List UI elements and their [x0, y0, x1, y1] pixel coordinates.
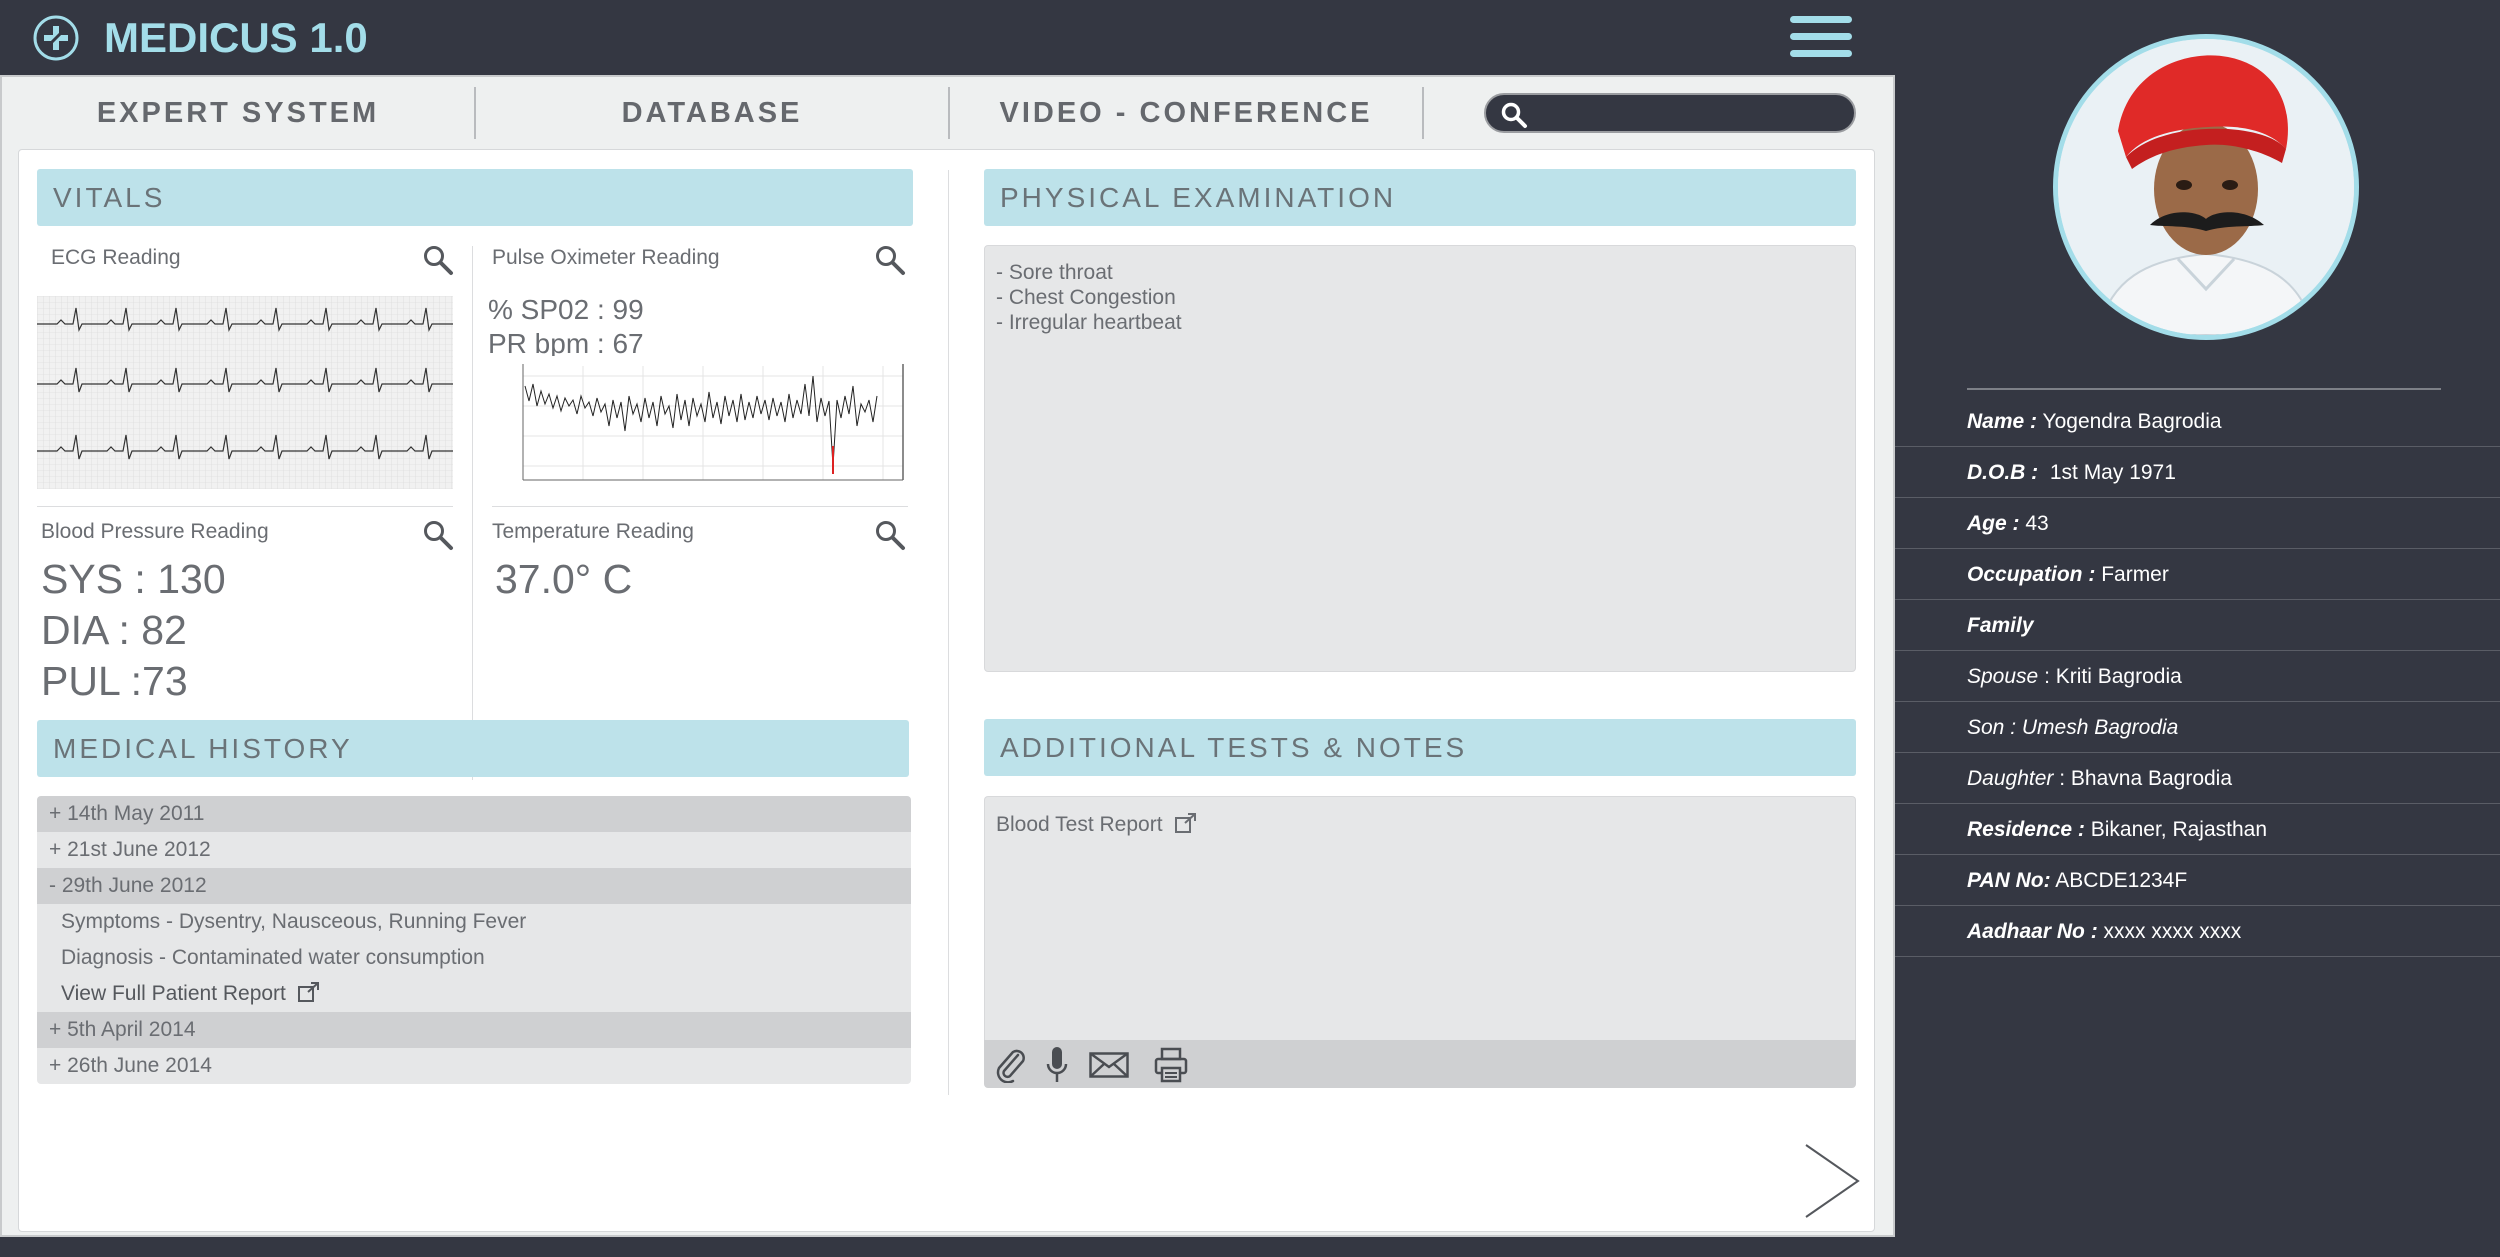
son-name: : Umesh Bagrodia [2010, 716, 2179, 739]
tab-video-conference[interactable]: VIDEO - CONFERENCE [950, 77, 1422, 149]
search-icon[interactable] [1500, 101, 1528, 129]
note-line: - Chest Congestion [996, 286, 1176, 309]
residence-row: Residence : Bikaner, Rajasthan [1895, 804, 2500, 855]
spouse-label: Spouse [1967, 665, 2039, 688]
hamburger-menu-icon[interactable] [1790, 16, 1852, 58]
patient-age-row: Age : 43 [1895, 498, 2500, 549]
blood-test-report-link[interactable]: Blood Test Report [996, 813, 1163, 836]
mail-icon[interactable] [1089, 1052, 1129, 1078]
column-divider [948, 170, 949, 1095]
pulse-oximeter-label: Pulse Oximeter Reading [492, 246, 720, 269]
history-entry-expanded[interactable]: - 29th June 2012 [37, 868, 911, 904]
medical-cross-logo-icon [33, 15, 79, 61]
external-link-icon [297, 982, 319, 1002]
paperclip-icon[interactable] [994, 1047, 1028, 1083]
occupation-label: Occupation : [1967, 563, 2096, 586]
patient-pan: ABCDE1234F [2055, 869, 2188, 892]
history-symptoms: Symptoms - Dysentry, Nausceous, Running … [37, 904, 911, 940]
patient-name-row: Name : Yogendra Bagrodia [1895, 396, 2500, 447]
top-bar: MEDICUS 1.0 [0, 0, 1895, 75]
patient-profile-panel: Name : Yogendra Bagrodia D.O.B : 1st May… [1895, 0, 2500, 1257]
pan-row: PAN No: ABCDE1234F [1895, 855, 2500, 906]
next-arrow-icon[interactable] [1804, 1143, 1860, 1219]
daughter-row: Daughter : Bhavna Bagrodia [1895, 753, 2500, 804]
ecg-zoom-icon[interactable] [422, 244, 454, 276]
temperature-zoom-icon[interactable] [874, 519, 906, 551]
profile-divider [1967, 388, 2441, 390]
ecg-strip-image[interactable] [37, 296, 453, 489]
pan-label: PAN No: [1967, 869, 2051, 892]
patient-aadhaar: xxxx xxxx xxxx [2103, 920, 2242, 943]
tab-database[interactable]: DATABASE [476, 77, 948, 149]
dob-label: D.O.B : [1967, 461, 2039, 484]
vitals-divider [472, 246, 473, 780]
spouse-name: : Kriti Bagrodia [2044, 665, 2182, 688]
printer-icon[interactable] [1154, 1047, 1188, 1083]
patient-age: 43 [2025, 512, 2049, 535]
family-label: Family [1967, 614, 2034, 637]
family-heading-row: Family [1895, 600, 2500, 651]
tab-expert-system[interactable]: EXPERT SYSTEM [2, 77, 474, 149]
spouse-row: Spouse : Kriti Bagrodia [1895, 651, 2500, 702]
patient-avatar [2053, 34, 2359, 340]
temperature-label: Temperature Reading [492, 520, 694, 543]
aadhaar-row: Aadhaar No : xxxx xxxx xxxx [1895, 906, 2500, 957]
microphone-icon[interactable] [1046, 1046, 1068, 1084]
pul-value: PUL :73 [41, 658, 188, 704]
patient-name: Yogendra Bagrodia [2042, 410, 2222, 433]
age-label: Age : [1967, 512, 2020, 535]
temperature-value: 37.0° C [495, 556, 633, 602]
history-entry[interactable]: + 5th April 2014 [37, 1012, 911, 1048]
pulse-oximeter-graph[interactable] [493, 356, 909, 494]
blood-pressure-zoom-icon[interactable] [422, 519, 454, 551]
vitals-row-divider [37, 506, 453, 507]
ecg-label: ECG Reading [51, 246, 181, 269]
patient-occupation: Farmer [2101, 563, 2169, 586]
pulse-oximeter-zoom-icon[interactable] [874, 244, 906, 276]
physical-examination-notes[interactable]: - Sore throat - Chest Congestion - Irreg… [984, 245, 1856, 672]
son-row: Son : Umesh Bagrodia [1895, 702, 2500, 753]
vitals-row-divider [492, 506, 908, 507]
nav-tabs: EXPERT SYSTEM DATABASE VIDEO - CONFERENC… [2, 77, 1893, 149]
patient-residence: Bikaner, Rajasthan [2090, 818, 2268, 841]
patient-dob: 1st May 1971 [2049, 461, 2176, 484]
spo2-value: % SP02 : 99 [488, 294, 644, 325]
blood-pressure-label: Blood Pressure Reading [41, 520, 269, 543]
notes-toolbar [984, 1040, 1856, 1088]
history-diagnosis: Diagnosis - Contaminated water consumpti… [37, 940, 911, 976]
daughter-label: Daughter [1967, 767, 2054, 790]
additional-tests-notes[interactable]: Blood Test Report [984, 796, 1856, 1040]
patient-portrait-image [2058, 39, 2354, 335]
search-input[interactable] [1538, 99, 1838, 127]
dia-value: DIA : 82 [41, 607, 187, 653]
view-full-report-link[interactable]: View Full Patient Report [37, 976, 911, 1012]
history-entry[interactable]: + 21st June 2012 [37, 832, 911, 868]
note-line: - Sore throat [996, 261, 1113, 284]
app-title: MEDICUS 1.0 [104, 14, 368, 61]
aadhaar-label: Aadhaar No : [1967, 920, 2098, 943]
history-entry[interactable]: + 26th June 2014 [37, 1048, 911, 1084]
medical-history-heading: MEDICAL HISTORY [37, 720, 909, 777]
history-entry[interactable]: + 14th May 2011 [37, 796, 911, 832]
vitals-heading: VITALS [37, 169, 913, 226]
search-box[interactable] [1484, 93, 1856, 133]
external-link-icon[interactable] [1175, 813, 1197, 833]
view-full-report-label: View Full Patient Report [61, 982, 286, 1005]
name-label: Name : [1967, 410, 2038, 433]
patient-dob-row: D.O.B : 1st May 1971 [1895, 447, 2500, 498]
daughter-name: : Bhavna Bagrodia [2059, 767, 2233, 790]
tab-divider [1422, 87, 1424, 139]
patient-occupation-row: Occupation : Farmer [1895, 549, 2500, 600]
additional-tests-heading: ADDITIONAL TESTS & NOTES [984, 719, 1856, 776]
main-panel: EXPERT SYSTEM DATABASE VIDEO - CONFERENC… [0, 75, 1895, 1237]
content-card: VITALS ECG Reading Pulse Oximeter Readin… [18, 149, 1875, 1232]
physical-examination-heading: PHYSICAL EXAMINATION [984, 169, 1856, 226]
residence-label: Residence : [1967, 818, 2085, 841]
son-label: Son [1967, 716, 2005, 739]
sys-value: SYS : 130 [41, 556, 226, 602]
note-line: - Irregular heartbeat [996, 311, 1182, 334]
